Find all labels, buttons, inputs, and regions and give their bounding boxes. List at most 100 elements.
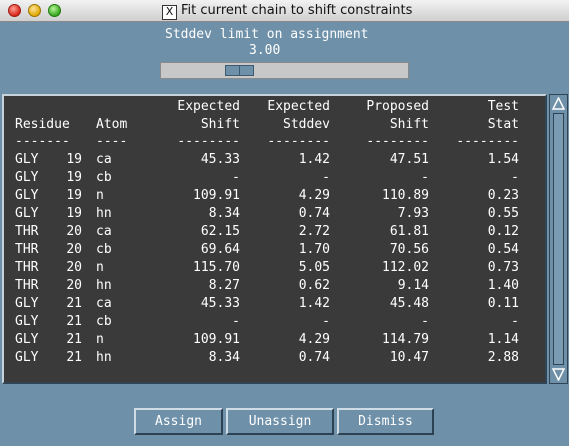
proposed-shift-cell: 7.93 — [397, 206, 429, 221]
atom-cell: n — [96, 188, 104, 203]
header-expected-shift-2: Shift — [200, 117, 240, 132]
table-header-row-2: Residue Atom Shift Stddev Shift Stat — [4, 116, 519, 134]
zoom-window-button[interactable] — [48, 4, 61, 17]
test-stat-cell: - — [511, 314, 519, 329]
expected-stddev-cell: 1.42 — [298, 152, 330, 167]
table-header-row-1: Expected Expected Proposed Test — [4, 98, 519, 116]
proposed-shift-cell: 45.48 — [389, 296, 429, 311]
residue-name-cell: GLY — [15, 188, 39, 203]
proposed-shift-cell: 10.47 — [389, 350, 429, 365]
proposed-shift-cell: 9.14 — [397, 278, 429, 293]
test-stat-cell: 1.54 — [487, 152, 519, 167]
title-bar: X Fit current chain to shift constraints — [0, 0, 569, 22]
test-stat-cell: 0.11 — [487, 296, 519, 311]
residue-number-cell: 20 — [66, 242, 82, 257]
minimize-window-button[interactable] — [28, 4, 41, 17]
proposed-shift-cell: - — [421, 314, 429, 329]
atom-cell: n — [96, 332, 104, 347]
slider-label: Stddev limit on assignment — [165, 27, 369, 42]
expected-shift-cell: 8.27 — [208, 278, 240, 293]
header-atom: Atom — [96, 117, 128, 132]
atom-cell: ca — [96, 152, 112, 167]
expected-shift-cell: 69.64 — [200, 242, 240, 257]
test-stat-cell: 2.88 — [487, 350, 519, 365]
assign-button[interactable]: Assign — [134, 408, 223, 435]
scrollbar-track[interactable] — [553, 113, 564, 365]
header-test-stat-2: Stat — [487, 117, 519, 132]
atom-cell: n — [96, 260, 104, 275]
test-stat-cell: 0.12 — [487, 224, 519, 239]
expected-shift-cell: - — [232, 314, 240, 329]
residue-number-cell: 20 — [66, 278, 82, 293]
triangle-up-icon — [552, 97, 565, 110]
proposed-shift-cell: 114.79 — [382, 332, 429, 347]
residue-number-cell: 19 — [66, 170, 82, 185]
atom-cell: hn — [96, 278, 112, 293]
expected-stddev-cell: 5.05 — [298, 260, 330, 275]
expected-shift-cell: 8.34 — [208, 350, 240, 365]
separator-atom: ---- — [96, 134, 128, 149]
residue-name-cell: GLY — [15, 350, 39, 365]
slider-thumb[interactable] — [225, 65, 254, 76]
expected-shift-cell: 109.91 — [193, 188, 240, 203]
expected-stddev-cell: 0.74 — [298, 350, 330, 365]
residue-number-cell: 19 — [66, 206, 82, 221]
scroll-up-button[interactable] — [551, 96, 566, 111]
residue-number-cell: 21 — [66, 350, 82, 365]
table-separator-row: ------- ---- -------- -------- -------- … — [4, 133, 519, 151]
residue-number-cell: 21 — [66, 296, 82, 311]
atom-cell: cb — [96, 242, 112, 257]
expected-shift-cell: 115.70 — [193, 260, 240, 275]
constraint-table[interactable]: Expected Expected Proposed Test Residue … — [2, 94, 547, 384]
test-stat-cell: 0.23 — [487, 188, 519, 203]
slider-value: 3.00 — [249, 43, 281, 58]
test-stat-cell: 1.14 — [487, 332, 519, 347]
proposed-shift-cell: 110.89 — [382, 188, 429, 203]
expected-stddev-cell: - — [322, 170, 330, 185]
atom-cell: hn — [96, 350, 112, 365]
residue-number-cell: 20 — [66, 260, 82, 275]
residue-name-cell: THR — [15, 242, 39, 257]
test-stat-cell: 0.73 — [487, 260, 519, 275]
expected-shift-cell: 45.33 — [200, 152, 240, 167]
residue-name-cell: THR — [15, 260, 39, 275]
residue-number-cell: 19 — [66, 188, 82, 203]
expected-stddev-cell: 1.42 — [298, 296, 330, 311]
header-expected-stddev-1: Expected — [267, 99, 330, 114]
expected-stddev-cell: 2.72 — [298, 224, 330, 239]
stddev-limit-slider[interactable] — [160, 62, 409, 79]
test-stat-cell: 0.54 — [487, 242, 519, 257]
separator-proposed-shift: -------- — [366, 134, 429, 149]
header-expected-stddev-2: Stddev — [283, 117, 330, 132]
residue-name-cell: GLY — [15, 152, 39, 167]
triangle-down-icon — [552, 368, 565, 381]
expected-stddev-cell: - — [322, 314, 330, 329]
unassign-button[interactable]: Unassign — [226, 408, 334, 435]
residue-name-cell: GLY — [15, 332, 39, 347]
separator-expected-stddev: -------- — [267, 134, 330, 149]
table-scrollbar[interactable] — [549, 94, 568, 384]
window-title: X Fit current chain to shift constraints — [162, 3, 412, 20]
atom-cell: hn — [96, 206, 112, 221]
expected-shift-cell: - — [232, 170, 240, 185]
test-stat-cell: 0.55 — [487, 206, 519, 221]
expected-stddev-cell: 4.29 — [298, 332, 330, 347]
proposed-shift-cell: 47.51 — [389, 152, 429, 167]
close-window-button[interactable] — [8, 4, 21, 17]
dismiss-button[interactable]: Dismiss — [337, 408, 434, 435]
scroll-down-button[interactable] — [551, 367, 566, 382]
expected-shift-cell: 109.91 — [193, 332, 240, 347]
test-stat-cell: - — [511, 170, 519, 185]
window-title-text: Fit current chain to shift constraints — [181, 3, 413, 18]
expected-stddev-cell: 0.62 — [298, 278, 330, 293]
expected-shift-cell: 8.34 — [208, 206, 240, 221]
residue-number-cell: 21 — [66, 332, 82, 347]
residue-name-cell: GLY — [15, 296, 39, 311]
atom-cell: cb — [96, 170, 112, 185]
atom-cell: cb — [96, 314, 112, 329]
x11-app-icon: X — [162, 5, 177, 20]
proposed-shift-cell: - — [421, 170, 429, 185]
header-proposed-shift-1: Proposed — [366, 99, 429, 114]
header-test-stat-1: Test — [487, 99, 519, 114]
separator-residue: ------- — [15, 134, 70, 149]
